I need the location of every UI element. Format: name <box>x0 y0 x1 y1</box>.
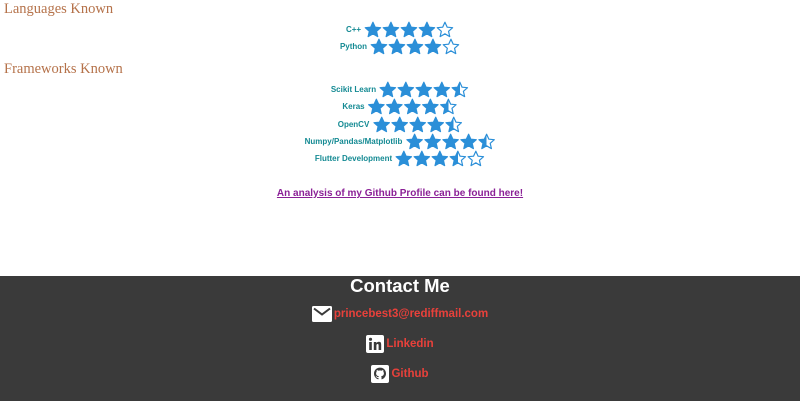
skill-label: Numpy/Pandas/Matplotlib <box>304 136 403 146</box>
star-full-icon <box>368 98 386 115</box>
star-half-icon <box>440 98 458 115</box>
star-full-icon <box>424 38 442 55</box>
linkedin-link[interactable]: Linkedin <box>386 338 433 350</box>
email-icon <box>311 306 332 322</box>
skill-row-keras: Keras <box>0 97 800 115</box>
star-full-icon <box>397 81 415 98</box>
skill-label: OpenCV <box>337 119 370 129</box>
skill-row-cpp: C++ <box>0 20 800 38</box>
star-full-icon <box>388 38 406 55</box>
star-full-icon <box>426 116 444 133</box>
skill-row-numpy-pandas-matplotlib: Numpy/Pandas/Matplotlib <box>0 132 800 150</box>
skill-label: Flutter Development <box>314 153 393 163</box>
star-rating <box>395 150 485 167</box>
star-full-icon <box>408 116 426 133</box>
star-rating <box>368 98 458 115</box>
star-full-icon <box>382 21 400 38</box>
skill-label: Keras <box>342 101 365 111</box>
contact-footer: Contact Me princebest3@rediffmail.com Li… <box>0 276 800 401</box>
star-half-icon <box>451 81 469 98</box>
skill-row-flutter-development: Flutter Development <box>0 149 800 167</box>
skill-label: C++ <box>345 24 362 34</box>
github-analysis-link[interactable]: An analysis of my Github Profile can be … <box>0 187 800 201</box>
star-half-icon <box>444 116 462 133</box>
skill-label: Scikit Learn <box>330 84 377 94</box>
star-full-icon <box>370 38 388 55</box>
star-full-icon <box>364 21 382 38</box>
star-full-icon <box>433 81 451 98</box>
skill-row-opencv: OpenCV <box>0 115 800 133</box>
star-rating <box>364 21 454 38</box>
contact-row-email[interactable]: princebest3@rediffmail.com <box>0 303 800 325</box>
star-full-icon <box>441 133 459 150</box>
skill-row-python: Python <box>0 37 800 55</box>
star-full-icon <box>372 116 390 133</box>
star-empty-icon <box>436 21 454 38</box>
star-full-icon <box>386 98 404 115</box>
star-full-icon <box>422 98 440 115</box>
star-full-icon <box>404 98 422 115</box>
star-full-icon <box>390 116 408 133</box>
star-full-icon <box>400 21 418 38</box>
star-empty-icon <box>467 150 485 167</box>
star-half-icon <box>477 133 495 150</box>
languages-heading: Languages Known <box>4 1 114 17</box>
star-full-icon <box>431 150 449 167</box>
email-link[interactable]: princebest3@rediffmail.com <box>334 308 488 320</box>
footer-title: Contact Me <box>350 275 450 296</box>
star-empty-icon <box>442 38 460 55</box>
star-rating <box>372 116 462 133</box>
github-icon <box>371 365 390 383</box>
star-full-icon <box>423 133 441 150</box>
star-full-icon <box>459 133 477 150</box>
skill-row-scikit-learn: Scikit Learn <box>0 80 800 98</box>
star-full-icon <box>379 81 397 98</box>
star-full-icon <box>405 133 423 150</box>
github-link[interactable]: Github <box>391 368 428 380</box>
contact-row-github[interactable]: Github <box>0 363 800 385</box>
linkedin-icon <box>366 335 385 353</box>
frameworks-heading: Frameworks Known <box>4 61 123 77</box>
star-full-icon <box>418 21 436 38</box>
star-full-icon <box>415 81 433 98</box>
contact-row-linkedin[interactable]: Linkedin <box>0 333 800 355</box>
star-full-icon <box>406 38 424 55</box>
star-half-icon <box>449 150 467 167</box>
star-full-icon <box>413 150 431 167</box>
star-rating <box>379 81 469 98</box>
skill-label: Python <box>339 41 368 51</box>
star-rating <box>370 38 460 55</box>
star-full-icon <box>395 150 413 167</box>
star-rating <box>405 133 495 150</box>
